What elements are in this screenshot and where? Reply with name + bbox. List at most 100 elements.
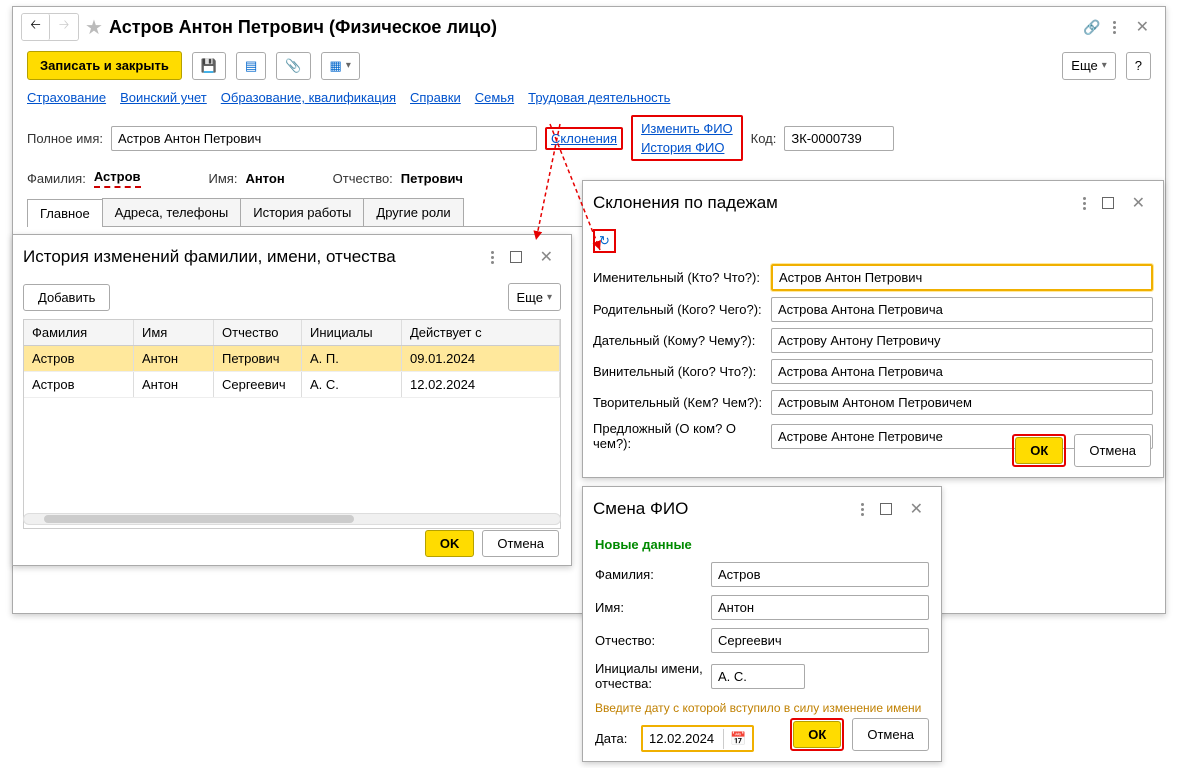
link-education[interactable]: Образование, квалификация — [221, 90, 396, 105]
report-dropdown[interactable]: ▦▾ — [321, 52, 360, 80]
tab-main[interactable]: Главное — [27, 199, 103, 227]
toolbar: Записать и закрыть 💾 ▤ 📎 ▦▾ Еще▾ ? — [13, 47, 1165, 84]
declensions-dialog: Склонения по падежам ✕ ↻ Именительный (К… — [582, 180, 1164, 478]
code-input[interactable] — [784, 126, 894, 151]
gen-input[interactable] — [771, 297, 1153, 322]
close-icon[interactable]: ✕ — [902, 495, 931, 523]
patronymic-input[interactable] — [711, 628, 929, 653]
acc-input[interactable] — [771, 359, 1153, 384]
pre-label: Предложный (О ком? О чем?): — [593, 421, 765, 451]
lastname-input[interactable] — [711, 562, 929, 587]
lastname-label: Фамилия: — [595, 567, 705, 582]
table-row[interactable]: Астров Антон Петрович А. П. 09.01.2024 — [24, 346, 560, 372]
firstname-input[interactable] — [711, 595, 929, 620]
help-button[interactable]: ? — [1126, 52, 1151, 80]
col-patronymic[interactable]: Отчество — [214, 320, 302, 345]
history-fio-link[interactable]: История ФИО — [641, 140, 733, 155]
more-button[interactable]: Еще▾ — [508, 283, 561, 311]
close-icon[interactable]: ✕ — [532, 243, 561, 271]
add-button[interactable]: Добавить — [23, 284, 110, 311]
patronymic-label: Отчество: — [333, 171, 393, 186]
col-effective[interactable]: Действует с — [402, 320, 560, 345]
kebab-icon[interactable] — [1107, 15, 1122, 40]
kebab-icon[interactable] — [855, 497, 870, 522]
title-bar: 🡠 🡢 ★ Астров Антон Петрович (Физическое … — [13, 7, 1165, 47]
list-button[interactable]: ▤ — [236, 52, 266, 80]
table-header: Фамилия Имя Отчество Инициалы Действует … — [24, 320, 560, 346]
history-toolbar: Добавить Еще▾ — [13, 279, 571, 315]
col-initials[interactable]: Инициалы — [302, 320, 402, 345]
chevron-down-icon: ▾ — [547, 292, 552, 303]
code-label: Код: — [751, 131, 777, 146]
maximize-icon[interactable] — [880, 503, 892, 515]
forward-button[interactable]: 🡢 — [50, 14, 78, 40]
initials-label: Инициалы имени, отчества: — [595, 661, 705, 691]
kebab-icon[interactable] — [485, 245, 500, 270]
maximize-icon[interactable] — [1102, 197, 1114, 209]
save-close-button[interactable]: Записать и закрыть — [27, 51, 182, 80]
lastname-label: Фамилия: — [27, 171, 86, 186]
change-fio-link[interactable]: Изменить ФИО — [641, 121, 733, 136]
back-button[interactable]: 🡠 — [22, 14, 50, 40]
h-scrollbar[interactable] — [23, 513, 561, 525]
dat-label: Дательный (Кому? Чему?): — [593, 333, 765, 348]
ok-button[interactable]: OK — [425, 530, 475, 557]
star-icon[interactable]: ★ — [85, 15, 103, 40]
refresh-icon[interactable]: ↻ — [599, 233, 610, 248]
tab-work-history[interactable]: История работы — [240, 198, 364, 226]
col-firstname[interactable]: Имя — [134, 320, 214, 345]
date-input-group: 📅 — [641, 725, 754, 752]
date-label: Дата: — [595, 731, 635, 746]
nav-group: 🡠 🡢 — [21, 13, 79, 41]
calendar-icon[interactable]: 📅 — [723, 729, 752, 749]
dat-input[interactable] — [771, 328, 1153, 353]
floppy-icon: 💾 — [201, 58, 217, 74]
more-button[interactable]: Еще▾ — [1062, 52, 1115, 80]
initials-input[interactable] — [711, 664, 805, 689]
table-row[interactable]: Астров Антон Сергеевич А. С. 12.02.2024 — [24, 372, 560, 398]
save-button[interactable]: 💾 — [192, 52, 226, 80]
fullname-row: Полное имя: Склонения Изменить ФИО Истор… — [13, 111, 1165, 165]
patronymic-value: Петрович — [401, 171, 463, 186]
link-family[interactable]: Семья — [475, 90, 514, 105]
attach-button[interactable]: 📎 — [276, 52, 310, 80]
firstname-label: Имя: — [595, 600, 705, 615]
maximize-icon[interactable] — [510, 251, 522, 263]
change-footer: ОК Отмена — [790, 718, 929, 751]
ins-input[interactable] — [771, 390, 1153, 415]
tab-other-roles[interactable]: Другие роли — [363, 198, 463, 226]
tab-addresses[interactable]: Адреса, телефоны — [102, 198, 242, 226]
history-title: История изменений фамилии, имени, отчест… — [23, 247, 477, 267]
nom-label: Именительный (Кто? Что?): — [593, 270, 765, 285]
date-input[interactable] — [643, 727, 723, 750]
lastname-value: Астров — [94, 169, 141, 188]
cancel-button[interactable]: Отмена — [1074, 434, 1151, 467]
link-references[interactable]: Справки — [410, 90, 461, 105]
kebab-icon[interactable] — [1077, 191, 1092, 216]
nom-input[interactable] — [771, 264, 1153, 291]
close-icon[interactable]: ✕ — [1124, 189, 1153, 217]
declensions-link[interactable]: Склонения — [551, 131, 617, 146]
list-icon: ▤ — [245, 58, 257, 74]
ins-label: Творительный (Кем? Чем?): — [593, 395, 765, 410]
link-icon[interactable]: 🔗 — [1083, 19, 1100, 36]
ok-button[interactable]: ОК — [793, 721, 841, 748]
patronymic-label: Отчество: — [595, 633, 705, 648]
change-title: Смена ФИО — [593, 499, 847, 519]
declensions-title: Склонения по падежам — [593, 193, 1069, 213]
history-dialog: История изменений фамилии, имени, отчест… — [12, 234, 572, 566]
gen-label: Родительный (Кого? Чего?): — [593, 302, 765, 317]
declensions-footer: ОК Отмена — [1012, 434, 1151, 467]
link-military[interactable]: Воинский учет — [120, 90, 207, 105]
cancel-button[interactable]: Отмена — [482, 530, 559, 557]
refresh-button-box: ↻ — [593, 229, 616, 253]
ok-button[interactable]: ОК — [1015, 437, 1063, 464]
cancel-button[interactable]: Отмена — [852, 718, 929, 751]
link-insurance[interactable]: Страхование — [27, 90, 106, 105]
fullname-input[interactable] — [111, 126, 537, 151]
col-lastname[interactable]: Фамилия — [24, 320, 134, 345]
history-title-bar: История изменений фамилии, имени, отчест… — [13, 235, 571, 279]
link-work[interactable]: Трудовая деятельность — [528, 90, 670, 105]
close-icon[interactable]: ✕ — [1128, 13, 1157, 41]
history-table: Фамилия Имя Отчество Инициалы Действует … — [23, 319, 561, 529]
